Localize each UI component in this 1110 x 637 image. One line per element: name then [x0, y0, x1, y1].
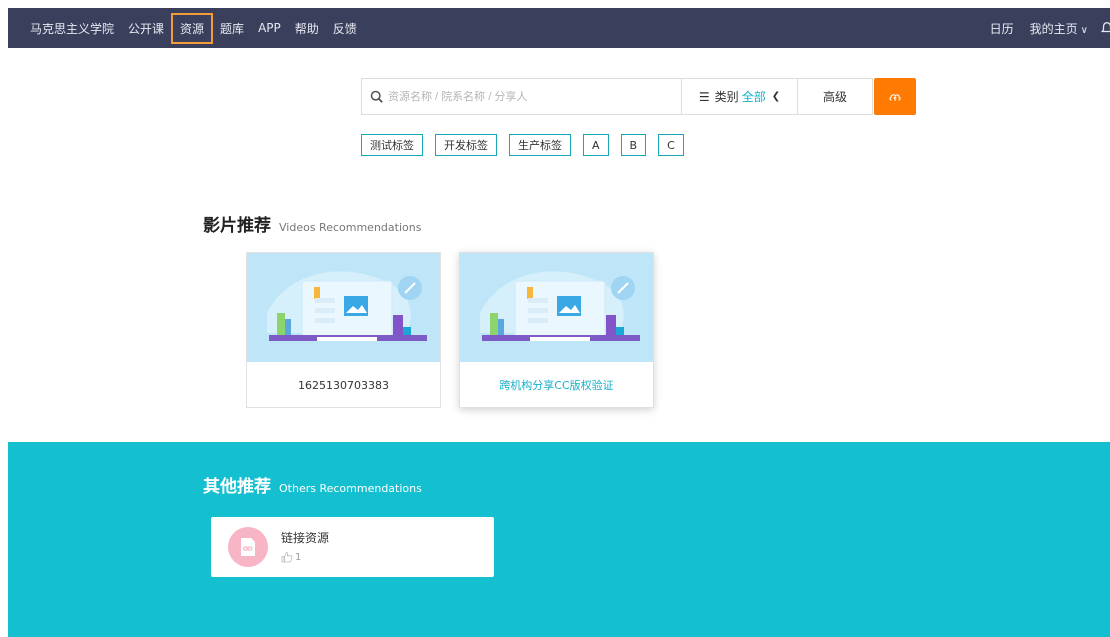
video-thumbnail — [247, 253, 440, 362]
tag-item[interactable]: C — [658, 134, 684, 156]
nav-right: 日历 我的主页 ∨ — [974, 8, 1110, 48]
tag-item[interactable]: 开发标签 — [435, 134, 497, 156]
nav-item-calendar[interactable]: 日历 — [990, 20, 1014, 37]
my-home-label: 我的主页 — [1029, 21, 1078, 36]
video-caption: 1625130703383 — [298, 378, 389, 392]
others-section: 其他推荐 Others Recommendations 链接资源 1 — [8, 442, 1110, 637]
tag-item[interactable]: A — [583, 134, 609, 156]
like-count-value: 1 — [295, 551, 302, 563]
tag-list: 测试标签 开发标签 生产标签 A B C — [361, 134, 696, 156]
page: 马克思主义学院 公开课 资源 题库 APP 帮助 反馈 日历 我的主页 ∨ 资源… — [8, 8, 1110, 637]
tag-item[interactable]: B — [620, 134, 647, 156]
resource-title: 链接资源 — [281, 531, 330, 545]
tag-item[interactable]: 测试标签 — [361, 134, 423, 156]
chevron-down-icon: ❮ — [771, 91, 781, 102]
video-card[interactable]: 1625130703383 — [246, 252, 441, 408]
nav-item-open-course[interactable]: 公开课 — [128, 20, 164, 37]
nav-left: 马克思主义学院 公开课 资源 题库 APP 帮助 反馈 — [30, 8, 371, 48]
bell-icon[interactable] — [1100, 21, 1110, 35]
videos-section-title: 影片推荐 Videos Recommendations — [203, 211, 421, 236]
others-section-title: 其他推荐 Others Recommendations — [203, 472, 422, 497]
others-subtitle: Others Recommendations — [279, 482, 422, 495]
nav-item-question-bank[interactable]: 题库 — [220, 20, 244, 37]
category-label: 类别 — [714, 90, 739, 104]
resource-card[interactable]: 链接资源 1 — [211, 517, 494, 577]
category-select[interactable]: ☰ 类别 全部 ❮ — [682, 78, 798, 115]
nav-item-resources[interactable]: 资源 — [171, 12, 214, 44]
upload-button[interactable] — [874, 78, 916, 115]
videos-title: 影片推荐 — [203, 216, 271, 236]
nav-item-app[interactable]: APP — [258, 21, 281, 35]
category-value: 全部 — [741, 90, 766, 104]
search-icon — [370, 90, 383, 103]
nav-item-school[interactable]: 马克思主义学院 — [30, 20, 114, 37]
link-file-icon — [228, 527, 268, 567]
upload-cloud-icon — [889, 93, 901, 101]
search-input[interactable] — [388, 90, 668, 103]
menu-icon: ☰ — [698, 89, 710, 104]
thumbs-up-icon — [281, 552, 293, 563]
tag-item[interactable]: 生产标签 — [509, 134, 571, 156]
video-caption: 跨机构分享CC版权验证 — [499, 379, 614, 392]
search-bar: ☰ 类别 全部 ❮ 高级 — [361, 78, 916, 115]
nav-item-feedback[interactable]: 反馈 — [333, 20, 357, 37]
advanced-search-button[interactable]: 高级 — [798, 78, 873, 115]
video-thumbnail — [460, 253, 653, 362]
like-count[interactable]: 1 — [281, 551, 301, 563]
others-title: 其他推荐 — [203, 477, 271, 497]
top-nav: 马克思主义学院 公开课 资源 题库 APP 帮助 反馈 日历 我的主页 ∨ — [8, 8, 1110, 48]
video-card[interactable]: 跨机构分享CC版权验证 — [459, 252, 654, 408]
chevron-down-icon: ∨ — [1080, 24, 1088, 36]
nav-item-help[interactable]: 帮助 — [295, 20, 319, 37]
my-home-menu[interactable]: 我的主页 ∨ — [1030, 20, 1088, 37]
videos-subtitle: Videos Recommendations — [279, 221, 422, 234]
search-field[interactable] — [361, 78, 682, 115]
